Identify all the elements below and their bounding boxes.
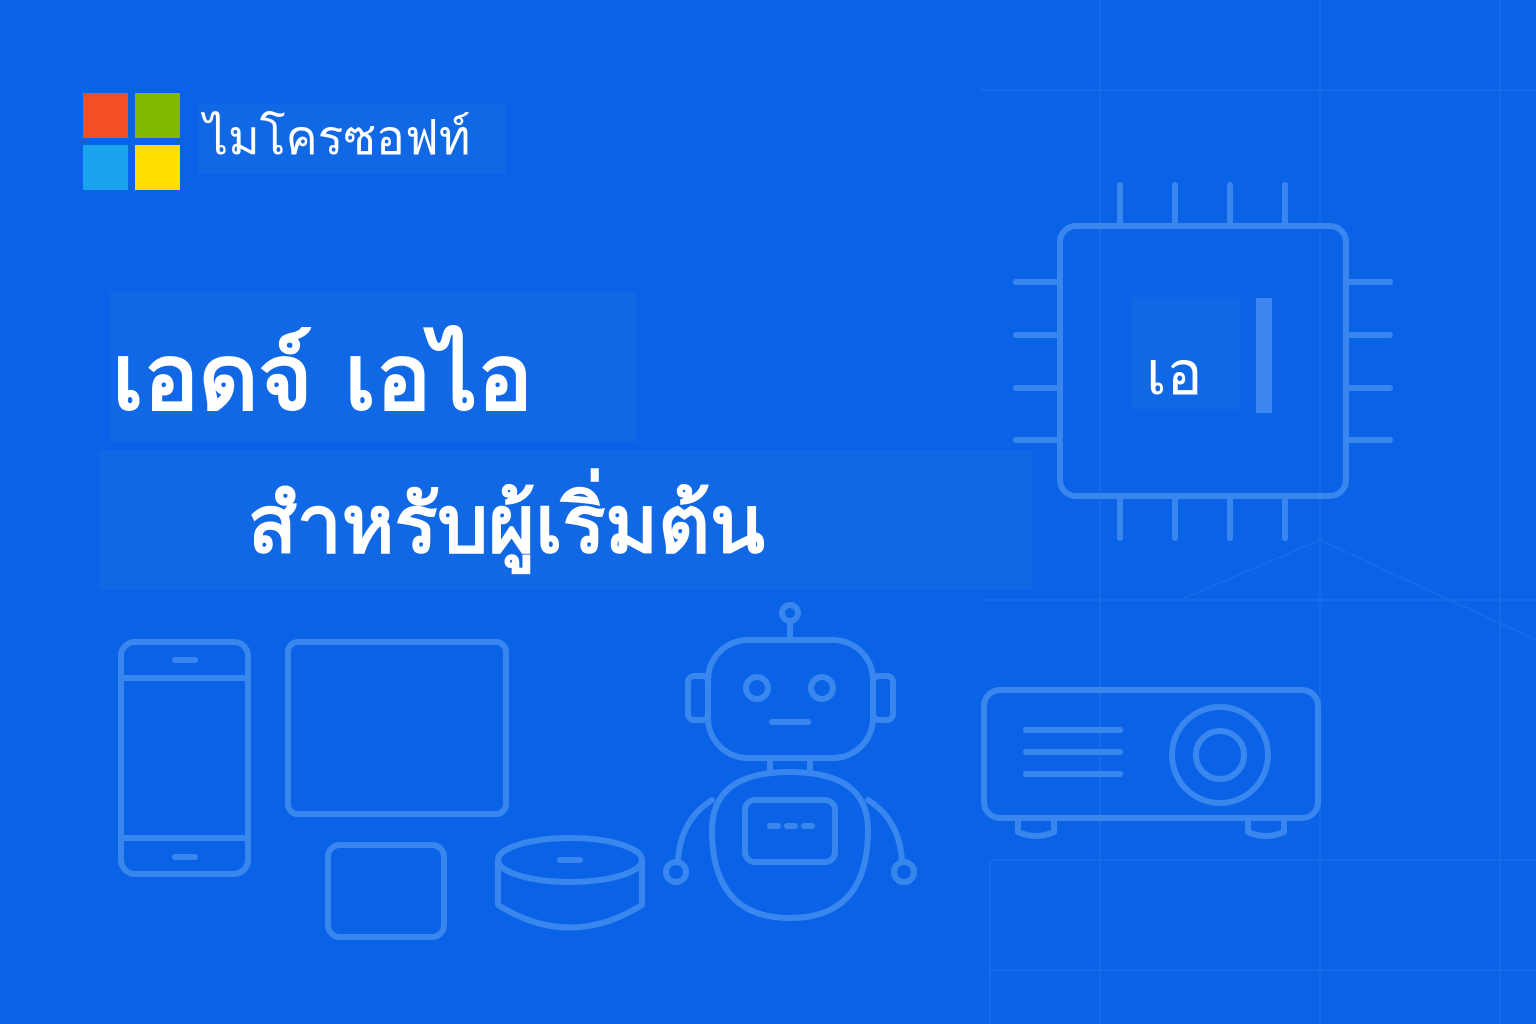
robot-icon bbox=[663, 602, 917, 921]
smartphone-icon bbox=[118, 639, 251, 877]
tablet-icon bbox=[285, 639, 509, 817]
illustration-layer bbox=[118, 182, 1393, 940]
chip-label: เอ bbox=[1146, 339, 1203, 409]
smartwatch-icon bbox=[325, 842, 447, 940]
projector-icon bbox=[981, 687, 1321, 839]
chip-letter-bar bbox=[1256, 298, 1272, 413]
hero-banner: ไมโครซอฟท์ เอดจ์ เอไอ สำหรับผู้เริ่มต้น bbox=[0, 0, 1536, 1024]
smart-speaker-icon bbox=[495, 835, 645, 931]
